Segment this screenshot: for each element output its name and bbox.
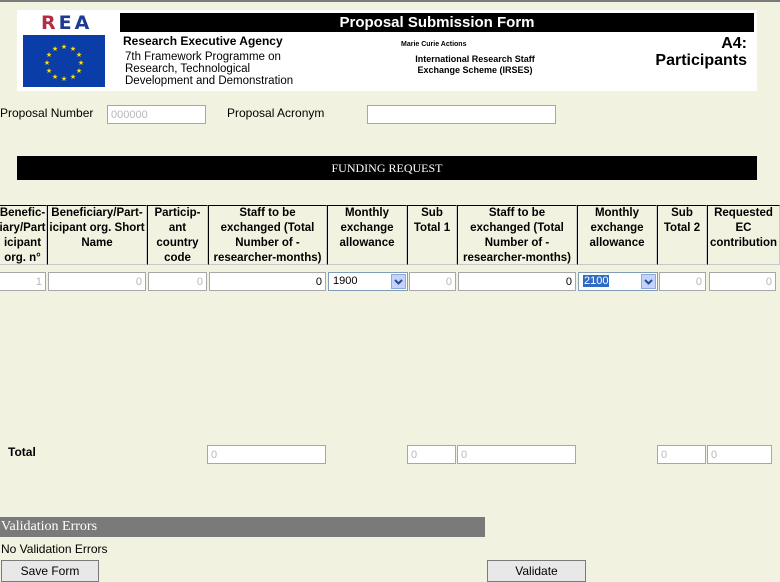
column-header-subtotal-1: Sub Total 1 xyxy=(407,205,457,265)
proposal-number-input[interactable] xyxy=(107,105,206,124)
column-header-subtotal-2: Sub Total 2 xyxy=(657,205,707,265)
column-header-org-no: Benefic- iary/Part icipant org. n° xyxy=(0,205,47,265)
column-header-ec-contribution: Requested EC contribution xyxy=(707,205,780,265)
column-header-country-code: Particip- ant country code xyxy=(147,205,208,265)
validation-message: No Validation Errors xyxy=(1,542,108,556)
staff-months-1-input[interactable] xyxy=(209,272,326,291)
chevron-down-icon[interactable] xyxy=(391,274,406,289)
total-ec-contribution[interactable] xyxy=(707,445,772,464)
staff-months-2-input[interactable] xyxy=(458,272,576,291)
svg-text:★: ★ xyxy=(52,45,58,53)
proposal-number-label: Proposal Number xyxy=(0,106,94,120)
subtotal-2-input[interactable] xyxy=(659,272,706,291)
save-form-button[interactable]: Save Form xyxy=(1,560,99,582)
section-title: A4: Participants xyxy=(655,35,747,69)
total-staff-months-2[interactable] xyxy=(457,445,576,464)
svg-text:★: ★ xyxy=(61,75,67,83)
proposal-acronym-label: Proposal Acronym xyxy=(227,106,325,120)
form-title: Proposal Submission Form xyxy=(120,13,754,32)
svg-text:★: ★ xyxy=(61,43,67,51)
total-label: Total xyxy=(8,445,36,459)
total-subtotal-2[interactable] xyxy=(657,445,706,464)
org-number-input[interactable] xyxy=(0,272,46,291)
svg-text:★: ★ xyxy=(46,67,52,75)
form-header: REA ★ ★ ★ ★ ★ ★ ★ ★ ★ ★ ★ ★ Proposal Submission … xyxy=(17,10,757,91)
funding-request-header: FUNDING REQUEST xyxy=(17,156,757,180)
validation-errors-header: Validation Errors xyxy=(0,517,485,537)
svg-text:★: ★ xyxy=(76,67,82,75)
country-code-input[interactable] xyxy=(148,272,207,291)
ec-contribution-input[interactable] xyxy=(709,272,776,291)
eu-flag-icon: ★ ★ ★ ★ ★ ★ ★ ★ ★ ★ ★ ★ xyxy=(23,35,105,87)
programme-name: 7th Framework Programme on Research, Tec… xyxy=(125,51,294,87)
column-header-allowance-1: Monthly exchange allowance xyxy=(327,205,407,265)
column-header-short-name: Beneficiary/Part- icipant org. Short Nam… xyxy=(47,205,147,265)
agency-name: Research Executive Agency xyxy=(123,34,283,48)
svg-text:★: ★ xyxy=(44,59,50,67)
allowance-1-select[interactable]: 1900 xyxy=(328,272,408,291)
scheme-name: International Research Staff Exchange Sc… xyxy=(415,54,535,75)
column-header-staff-months-2: Staff to be exchanged (Total Number of -… xyxy=(457,205,577,265)
action-name: Marie Curie Actions xyxy=(401,41,467,48)
svg-text:★: ★ xyxy=(78,59,84,67)
rea-logo: REA xyxy=(41,12,93,34)
window-top-border xyxy=(0,0,780,2)
total-subtotal-1[interactable] xyxy=(407,445,456,464)
svg-text:★: ★ xyxy=(70,73,76,81)
chevron-down-icon[interactable] xyxy=(641,274,656,289)
allowance-2-select[interactable]: 2100 xyxy=(578,272,658,291)
column-header-allowance-2: Monthly exchange allowance xyxy=(577,205,657,265)
svg-text:★: ★ xyxy=(52,73,58,81)
column-header-staff-months-1: Staff to be exchanged (Total Number of -… xyxy=(208,205,327,265)
validate-button[interactable]: Validate xyxy=(487,560,586,582)
short-name-input[interactable] xyxy=(48,272,146,291)
subtotal-1-input[interactable] xyxy=(409,272,456,291)
proposal-acronym-input[interactable] xyxy=(367,105,556,124)
svg-text:★: ★ xyxy=(76,51,82,59)
total-staff-months-1[interactable] xyxy=(207,445,326,464)
